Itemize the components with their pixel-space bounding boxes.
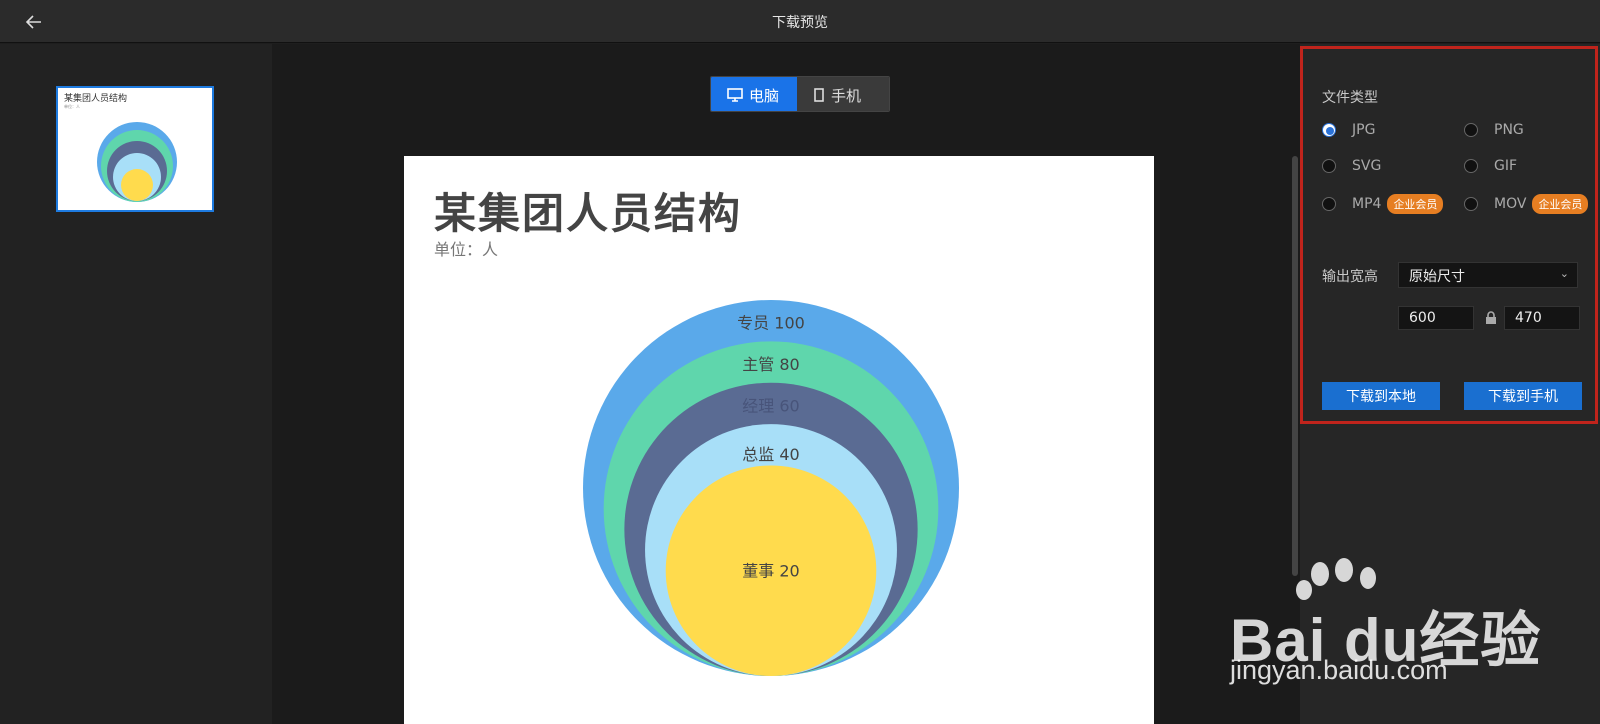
top-bar: 下载预览 bbox=[0, 0, 1600, 43]
page-title: 下载预览 bbox=[772, 15, 828, 31]
thumbnail-chart bbox=[97, 122, 177, 202]
height-input[interactable] bbox=[1504, 306, 1580, 330]
data-label-主管: 主管 80 bbox=[742, 355, 799, 374]
radio-mov[interactable]: MOV 企业会员 bbox=[1464, 194, 1589, 214]
preview-area: 电脑 手机 某集团人员结构 单位：人 专员 100 主管 80 经理 60 总监 40… bbox=[272, 44, 1300, 724]
vertical-scrollbar[interactable] bbox=[1292, 156, 1298, 576]
nested-circle-chart: 专员 100 主管 80 经理 60 总监 40 董事 20 bbox=[583, 300, 959, 676]
width-input[interactable] bbox=[1398, 306, 1474, 330]
enterprise-member-badge: 企业会员 bbox=[1387, 194, 1444, 214]
data-label-董事: 董事 20 bbox=[742, 562, 799, 581]
watermark-url: jingyan.baidu.com bbox=[1230, 655, 1448, 685]
data-label-总监: 总监 40 bbox=[742, 445, 799, 464]
radio-gif-label: GIF bbox=[1494, 158, 1518, 174]
chevron-down-icon: ⌄ bbox=[1559, 267, 1569, 280]
device-toggle: 电脑 手机 bbox=[710, 76, 890, 112]
enterprise-member-badge: 企业会员 bbox=[1532, 194, 1589, 214]
radio-unchecked-icon bbox=[1322, 197, 1336, 211]
radio-svg[interactable]: SVG bbox=[1322, 158, 1381, 174]
radio-unchecked-icon bbox=[1464, 159, 1478, 173]
radio-mp4-label: MP4 bbox=[1352, 196, 1382, 212]
radio-gif[interactable]: GIF bbox=[1464, 158, 1517, 174]
phone-icon bbox=[813, 88, 825, 102]
radio-unchecked-icon bbox=[1322, 159, 1336, 173]
lock-icon[interactable] bbox=[1485, 310, 1497, 329]
download-phone-button[interactable]: 下载到手机 bbox=[1464, 382, 1582, 410]
download-local-button[interactable]: 下载到本地 bbox=[1322, 382, 1440, 410]
monitor-icon bbox=[727, 88, 743, 102]
radio-png[interactable]: PNG bbox=[1464, 122, 1524, 138]
radio-unchecked-icon bbox=[1464, 197, 1478, 211]
size-select[interactable]: 原始尺寸 ⌄ bbox=[1398, 262, 1578, 288]
radio-unchecked-icon bbox=[1464, 123, 1478, 137]
tab-computer-label: 电脑 bbox=[749, 86, 780, 105]
tab-computer[interactable]: 电脑 bbox=[711, 77, 797, 111]
output-size-label: 输出宽高 bbox=[1322, 269, 1378, 285]
page-thumbnail[interactable]: 某集团人员结构 单位：人 bbox=[56, 86, 214, 212]
radio-jpg-label: JPG bbox=[1352, 122, 1376, 138]
data-label-经理: 经理 60 bbox=[742, 396, 799, 415]
chart-canvas: 某集团人员结构 单位：人 专员 100 主管 80 经理 60 总监 40 董事 20 bbox=[404, 156, 1154, 724]
radio-checked-icon bbox=[1322, 123, 1336, 137]
tab-phone[interactable]: 手机 bbox=[797, 77, 889, 111]
radio-mov-label: MOV bbox=[1494, 196, 1527, 212]
data-label-专员: 专员 100 bbox=[737, 314, 805, 333]
tab-phone-label: 手机 bbox=[831, 86, 862, 105]
size-select-value: 原始尺寸 bbox=[1409, 269, 1465, 285]
radio-png-label: PNG bbox=[1494, 122, 1524, 138]
radio-mp4[interactable]: MP4 企业会员 bbox=[1322, 194, 1444, 214]
file-type-label: 文件类型 bbox=[1322, 90, 1378, 106]
thumbnail-panel: 某集团人员结构 单位：人 bbox=[0, 44, 272, 724]
radio-jpg[interactable]: JPG bbox=[1322, 122, 1375, 138]
radio-svg-label: SVG bbox=[1352, 158, 1382, 174]
